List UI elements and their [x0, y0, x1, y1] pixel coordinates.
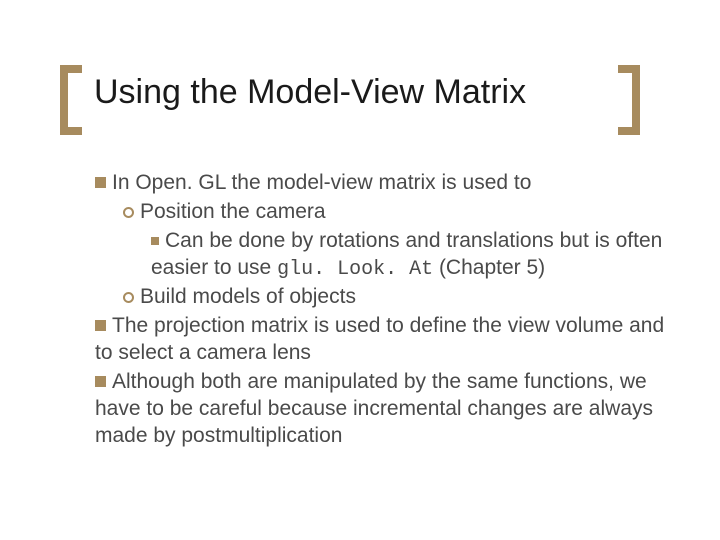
small-square-bullet-icon — [151, 237, 159, 245]
square-bullet-icon — [95, 177, 106, 188]
bracket-left-icon — [60, 65, 82, 135]
bullet-text: In Open. GL the model-view matrix is use… — [112, 171, 531, 194]
title-block: Using the Model-View Matrix — [60, 65, 640, 135]
bullet-level3: Can be done by rotations and translation… — [151, 228, 665, 282]
bullet-text: Position the camera — [140, 200, 326, 223]
slide: Using the Model-View Matrix In Open. GL … — [0, 0, 720, 540]
bullet-level1: In Open. GL the model-view matrix is use… — [95, 170, 665, 197]
bullet-level1: Although both are manipulated by the sam… — [95, 369, 665, 450]
bullet-level2: Build models of objects — [123, 284, 665, 311]
bullet-text: (Chapter 5) — [433, 256, 545, 279]
code-span: glu. Look. At — [277, 258, 433, 281]
bullet-text: Build models of objects — [140, 285, 356, 308]
square-bullet-icon — [95, 376, 106, 387]
square-bullet-icon — [95, 320, 106, 331]
bullet-text: Although both are manipulated by the sam… — [95, 370, 653, 447]
bracket-right-icon — [618, 65, 640, 135]
slide-title: Using the Model-View Matrix — [94, 73, 526, 112]
bullet-level1: The projection matrix is used to define … — [95, 313, 665, 367]
slide-body: In Open. GL the model-view matrix is use… — [95, 170, 665, 451]
circle-bullet-icon — [123, 292, 134, 303]
bullet-level2: Position the camera — [123, 199, 665, 226]
bullet-text: The projection matrix is used to define … — [95, 314, 664, 364]
circle-bullet-icon — [123, 207, 134, 218]
